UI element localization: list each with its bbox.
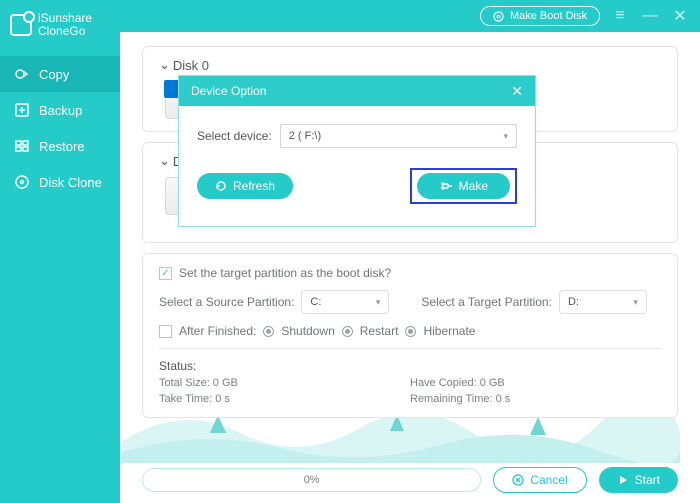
status-take-time: Take Time: 0 s (159, 393, 410, 405)
after-checkbox[interactable]: ✓ (159, 325, 172, 338)
disk-0-title: Disk 0 (173, 58, 209, 73)
target-select[interactable]: D: ▾ (559, 290, 647, 314)
make-boot-label: Make Boot Disk (510, 10, 587, 22)
chevron-down-icon: ⌄ (159, 153, 170, 169)
make-highlight-box: Make (410, 168, 517, 204)
radio-shutdown[interactable] (263, 326, 274, 337)
cancel-label: Cancel (530, 473, 567, 487)
copy-icon (14, 66, 30, 82)
boot-question: Set the target partition as the boot dis… (179, 266, 391, 280)
status-have-copied: Have Copied: 0 GB (410, 377, 661, 389)
progress-bar: 0% (142, 468, 481, 492)
nav-disk-clone[interactable]: Disk Clone (0, 164, 120, 200)
source-value: C: (310, 296, 321, 308)
device-value: 2 ( F:\) (289, 130, 321, 142)
start-label: Start (635, 473, 660, 487)
nav-label: Copy (39, 67, 69, 82)
status-heading: Status: (159, 359, 661, 373)
app-logo: iSunshare CloneGo (0, 0, 120, 50)
titlebar: Make Boot Disk ≡ — ✕ (120, 0, 700, 32)
make-button[interactable]: Make (417, 173, 510, 199)
radio-restart[interactable] (342, 326, 353, 337)
minimize-icon[interactable]: — (640, 7, 660, 25)
disk-clone-icon (14, 174, 30, 190)
dialog-close-icon[interactable]: ✕ (511, 83, 523, 100)
progress-percent: 0% (304, 474, 320, 486)
logo-icon (10, 14, 32, 36)
device-option-dialog: Device Option ✕ Select device: 2 ( F:\) … (178, 75, 536, 227)
nav-label: Restore (39, 139, 85, 154)
radio-restart-label: Restart (360, 324, 399, 338)
source-select[interactable]: C: ▾ (301, 290, 389, 314)
radio-shutdown-label: Shutdown (281, 324, 334, 338)
radio-hibernate-label: Hibernate (423, 324, 475, 338)
refresh-button[interactable]: Refresh (197, 173, 293, 199)
select-device-label: Select device: (197, 129, 272, 143)
options-card: ✓ Set the target partition as the boot d… (142, 253, 678, 418)
nav-copy[interactable]: Copy (0, 56, 120, 92)
make-boot-disk-button[interactable]: Make Boot Disk (480, 6, 600, 26)
close-icon[interactable]: ✕ (670, 6, 690, 26)
refresh-label: Refresh (233, 179, 275, 193)
chevron-down-icon: ▾ (376, 297, 381, 308)
app-name-2: CloneGo (38, 25, 92, 38)
boot-checkbox[interactable]: ✓ (159, 267, 172, 280)
status-remaining: Remaining Time: 0 s (410, 393, 661, 405)
dialog-title: Device Option (191, 84, 266, 98)
make-label: Make (459, 179, 488, 193)
nav-label: Backup (39, 103, 82, 118)
radio-hibernate[interactable] (405, 326, 416, 337)
sidebar: iSunshare CloneGo Copy Backup Restore Di… (0, 0, 120, 503)
cancel-button[interactable]: Cancel (493, 467, 586, 493)
disk-0-toggle[interactable]: ⌄Disk 0 (159, 57, 661, 73)
restore-icon (14, 138, 30, 154)
chevron-down-icon: ▾ (633, 297, 638, 308)
status-total-size: Total Size: 0 GB (159, 377, 410, 389)
menu-icon[interactable]: ≡ (610, 7, 630, 25)
target-value: D: (568, 296, 579, 308)
device-select[interactable]: 2 ( F:\) ▾ (280, 124, 517, 148)
nav-restore[interactable]: Restore (0, 128, 120, 164)
nav-label: Disk Clone (39, 175, 102, 190)
chevron-down-icon: ▾ (503, 131, 508, 142)
after-label: After Finished: (179, 324, 256, 338)
start-button[interactable]: Start (599, 467, 678, 493)
source-label: Select a Source Partition: (159, 295, 294, 309)
nav-backup[interactable]: Backup (0, 92, 120, 128)
target-label: Select a Target Partition: (421, 295, 552, 309)
chevron-down-icon: ⌄ (159, 57, 170, 73)
backup-icon (14, 102, 30, 118)
